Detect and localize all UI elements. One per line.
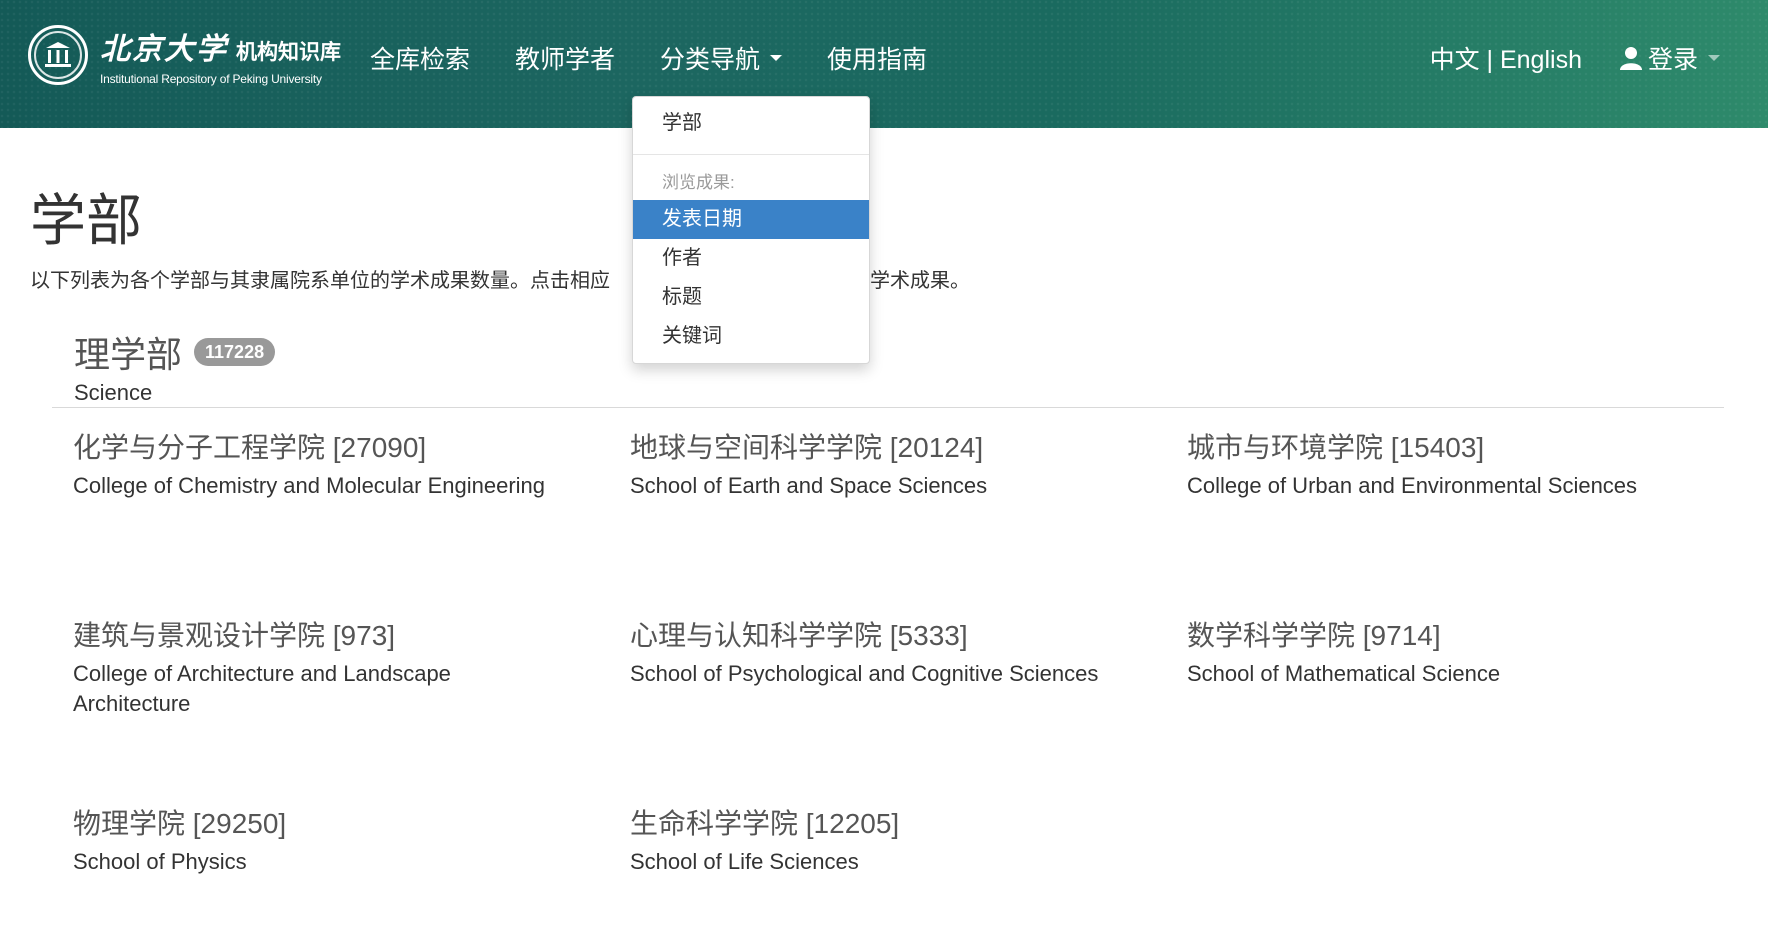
main-nav: 全库检索 教师学者 分类导航 使用指南 bbox=[370, 38, 972, 78]
school-link[interactable]: 生命科学学院 [12205] bbox=[630, 804, 1150, 844]
school-english-name: School of Psychological and Cognitive Sc… bbox=[630, 661, 1099, 686]
login-label: 登录 bbox=[1647, 46, 1698, 74]
dropdown-divider bbox=[633, 154, 869, 155]
nav-user-guide[interactable]: 使用指南 bbox=[827, 40, 927, 76]
school-english-name: School of Mathematical Science bbox=[1187, 661, 1501, 686]
school-link[interactable]: 心理与认知科学学院 [5333] bbox=[630, 616, 1150, 656]
nav-category-navigation[interactable]: 分类导航 bbox=[660, 40, 783, 76]
school-link[interactable]: 建筑与景观设计学院 [973] bbox=[73, 616, 493, 656]
brand-cn-subtitle: 机构知识库 bbox=[236, 41, 341, 64]
top-navbar: 北京大学 机构知识库 Institutional Repository of P… bbox=[0, 0, 1768, 128]
nav-right: 中文 | English 登录 bbox=[1430, 38, 1720, 78]
count-badge: 117228 bbox=[194, 338, 276, 366]
school-item: 数学科学学院 [9714] School of Mathematical Sci… bbox=[1187, 616, 1707, 689]
school-link[interactable]: 物理学院 [29250] bbox=[73, 804, 593, 844]
brand-logo[interactable]: 北京大学 机构知识库 Institutional Repository of P… bbox=[28, 24, 341, 86]
section-english-title: Science bbox=[74, 380, 153, 405]
school-english-name: College of Urban and Environmental Scien… bbox=[1187, 473, 1638, 498]
language-toggle[interactable]: 中文 | English bbox=[1430, 40, 1582, 76]
dropdown-item-publish-date[interactable]: 发表日期 bbox=[633, 200, 869, 239]
dropdown-item-author[interactable]: 作者 bbox=[633, 239, 869, 278]
school-item: 建筑与景观设计学院 [973] College of Architecture … bbox=[73, 616, 493, 719]
dropdown-item-title[interactable]: 标题 bbox=[633, 278, 869, 317]
school-english-name: College of Architecture and Landscape Ar… bbox=[73, 661, 451, 716]
school-english-name: College of Chemistry and Molecular Engin… bbox=[73, 473, 546, 498]
login-button[interactable]: 登录 bbox=[1619, 40, 1720, 76]
nav-full-search[interactable]: 全库检索 bbox=[370, 40, 470, 76]
nav-scholars[interactable]: 教师学者 bbox=[515, 40, 615, 76]
caret-down-icon bbox=[1708, 55, 1720, 61]
school-item: 生命科学学院 [12205] School of Life Sciences bbox=[630, 804, 1150, 877]
school-item: 物理学院 [29250] School of Physics bbox=[73, 804, 593, 877]
dropdown-browse-header: 浏览成果: bbox=[662, 173, 735, 192]
school-item: 城市与环境学院 [15403] College of Urban and Env… bbox=[1187, 428, 1707, 501]
brand-text: 北京大学 机构知识库 Institutional Repository of P… bbox=[100, 24, 341, 86]
section-header: 理学部 117228 bbox=[74, 326, 276, 378]
brand-en-name: Institutional Repository of Peking Unive… bbox=[100, 72, 322, 86]
school-link[interactable]: 化学与分子工程学院 [27090] bbox=[73, 428, 593, 468]
university-seal-icon bbox=[28, 25, 88, 85]
school-english-name: School of Life Sciences bbox=[630, 849, 859, 874]
dropdown-item-keyword[interactable]: 关键词 bbox=[633, 317, 869, 356]
brand-cn-name: 北京大学 bbox=[100, 32, 228, 67]
school-link[interactable]: 城市与环境学院 [15403] bbox=[1187, 428, 1707, 468]
page-title: 学部 bbox=[30, 189, 142, 252]
user-icon bbox=[1619, 47, 1642, 70]
school-english-name: School of Physics bbox=[73, 849, 247, 874]
intro-text-left: 以下列表为各个学部与其隶属院系单位的学术成果数量。点击相应 bbox=[30, 270, 610, 292]
nav-category-label: 分类导航 bbox=[660, 46, 761, 74]
school-item: 地球与空间科学学院 [20124] School of Earth and Sp… bbox=[630, 428, 1150, 501]
school-link[interactable]: 数学科学学院 [9714] bbox=[1187, 616, 1707, 656]
school-english-name: School of Earth and Space Sciences bbox=[630, 473, 988, 498]
section-title[interactable]: 理学部 bbox=[74, 326, 182, 378]
category-dropdown-menu: 学部 浏览成果: 发表日期 作者 标题 关键词 bbox=[632, 96, 870, 364]
school-item: 化学与分子工程学院 [27090] College of Chemistry a… bbox=[73, 428, 593, 501]
caret-down-icon bbox=[770, 55, 783, 61]
section-divider bbox=[52, 407, 1724, 408]
dropdown-item-faculty[interactable]: 学部 bbox=[633, 104, 869, 143]
school-item: 心理与认知科学学院 [5333] School of Psychological… bbox=[630, 616, 1150, 689]
school-link[interactable]: 地球与空间科学学院 [20124] bbox=[630, 428, 1150, 468]
